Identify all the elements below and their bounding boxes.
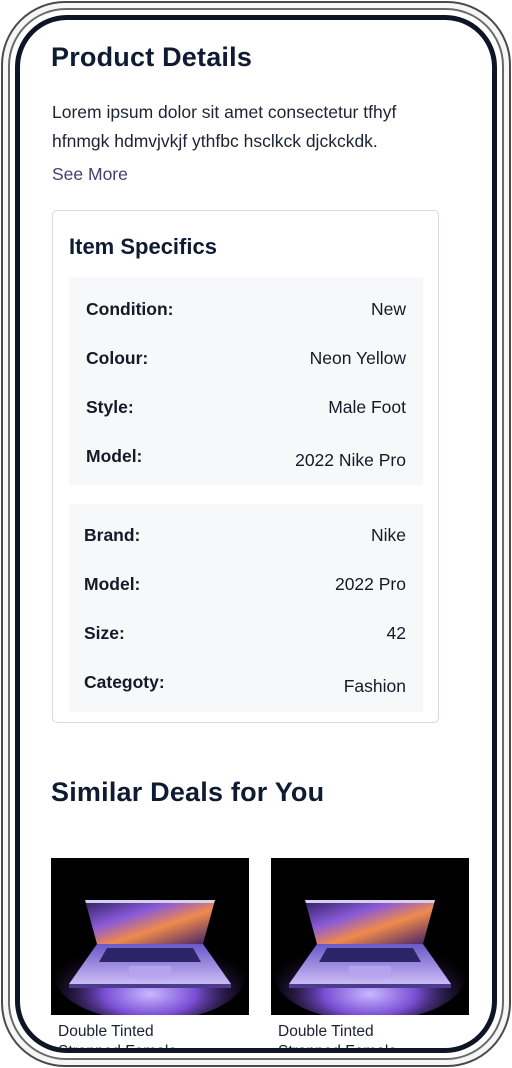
spec-key: Size:	[84, 623, 125, 643]
spec-row: Model: 2022 Pro	[84, 574, 406, 598]
spec-value: Nike	[370, 525, 406, 545]
phone-screen: Product Details Lorem ipsum dolor sit am…	[15, 15, 497, 1053]
phone-frame: Product Details Lorem ipsum dolor sit am…	[1, 1, 511, 1067]
deal-image-laptop	[51, 858, 249, 1015]
spec-row: Condition: New	[86, 299, 406, 323]
similar-deals-title: Similar Deals for You	[51, 777, 325, 807]
item-specifics-title: Item Specifics	[69, 234, 217, 259]
deal-card-peek[interactable]	[492, 858, 497, 1015]
product-description: Lorem ipsum dolor sit amet consectetur t…	[52, 102, 397, 151]
deal-name: Double Tinted Strapped Female...	[278, 1023, 410, 1053]
spec-key: Condition:	[86, 299, 174, 319]
spec-value: Neon Yellow	[309, 348, 406, 368]
spec-value: New	[370, 299, 406, 319]
item-specifics-card: Item Specifics Condition: New Colour: Ne…	[52, 210, 439, 723]
spec-key: Model:	[84, 574, 141, 594]
spec-row: Colour: Neon Yellow	[86, 348, 406, 372]
spec-row: Style: Male Foot	[86, 397, 406, 421]
spec-row: Size: 42	[84, 623, 406, 647]
deal-card[interactable]: Double Tinted Strapped Female...	[271, 858, 469, 1053]
spec-row: Model: 2022 Nike Pro	[86, 446, 406, 470]
spec-value: Male Foot	[328, 397, 406, 417]
phone-bezel: Product Details Lorem ipsum dolor sit am…	[8, 8, 504, 1060]
specifics-group-1: Condition: New Colour: Neon Yellow Style…	[69, 277, 423, 485]
see-more-link[interactable]: See More	[52, 164, 128, 185]
spec-value: 42	[386, 623, 406, 643]
deal-name: Double Tinted Strapped Female...	[58, 1023, 190, 1053]
spec-key: Categoty:	[84, 672, 165, 692]
spec-row: Categoty: Fashion	[84, 672, 406, 696]
deal-card[interactable]: Double Tinted Strapped Female...	[51, 858, 249, 1053]
spec-key: Model:	[86, 446, 143, 466]
spec-key: Style:	[86, 397, 134, 417]
spec-value: 2022 Pro	[334, 574, 406, 594]
spec-value: Fashion	[343, 676, 406, 696]
spec-value: 2022 Nike Pro	[295, 450, 406, 470]
spec-key: Brand:	[84, 525, 141, 545]
deal-image-laptop	[271, 858, 469, 1015]
page-title: Product Details	[51, 42, 253, 72]
spec-row: Brand: Nike	[84, 525, 406, 549]
product-page: Product Details Lorem ipsum dolor sit am…	[20, 20, 492, 1048]
spec-key: Colour:	[86, 348, 149, 368]
specifics-group-2: Brand: Nike Model: 2022 Pro Size: 42 Cat…	[69, 504, 423, 712]
